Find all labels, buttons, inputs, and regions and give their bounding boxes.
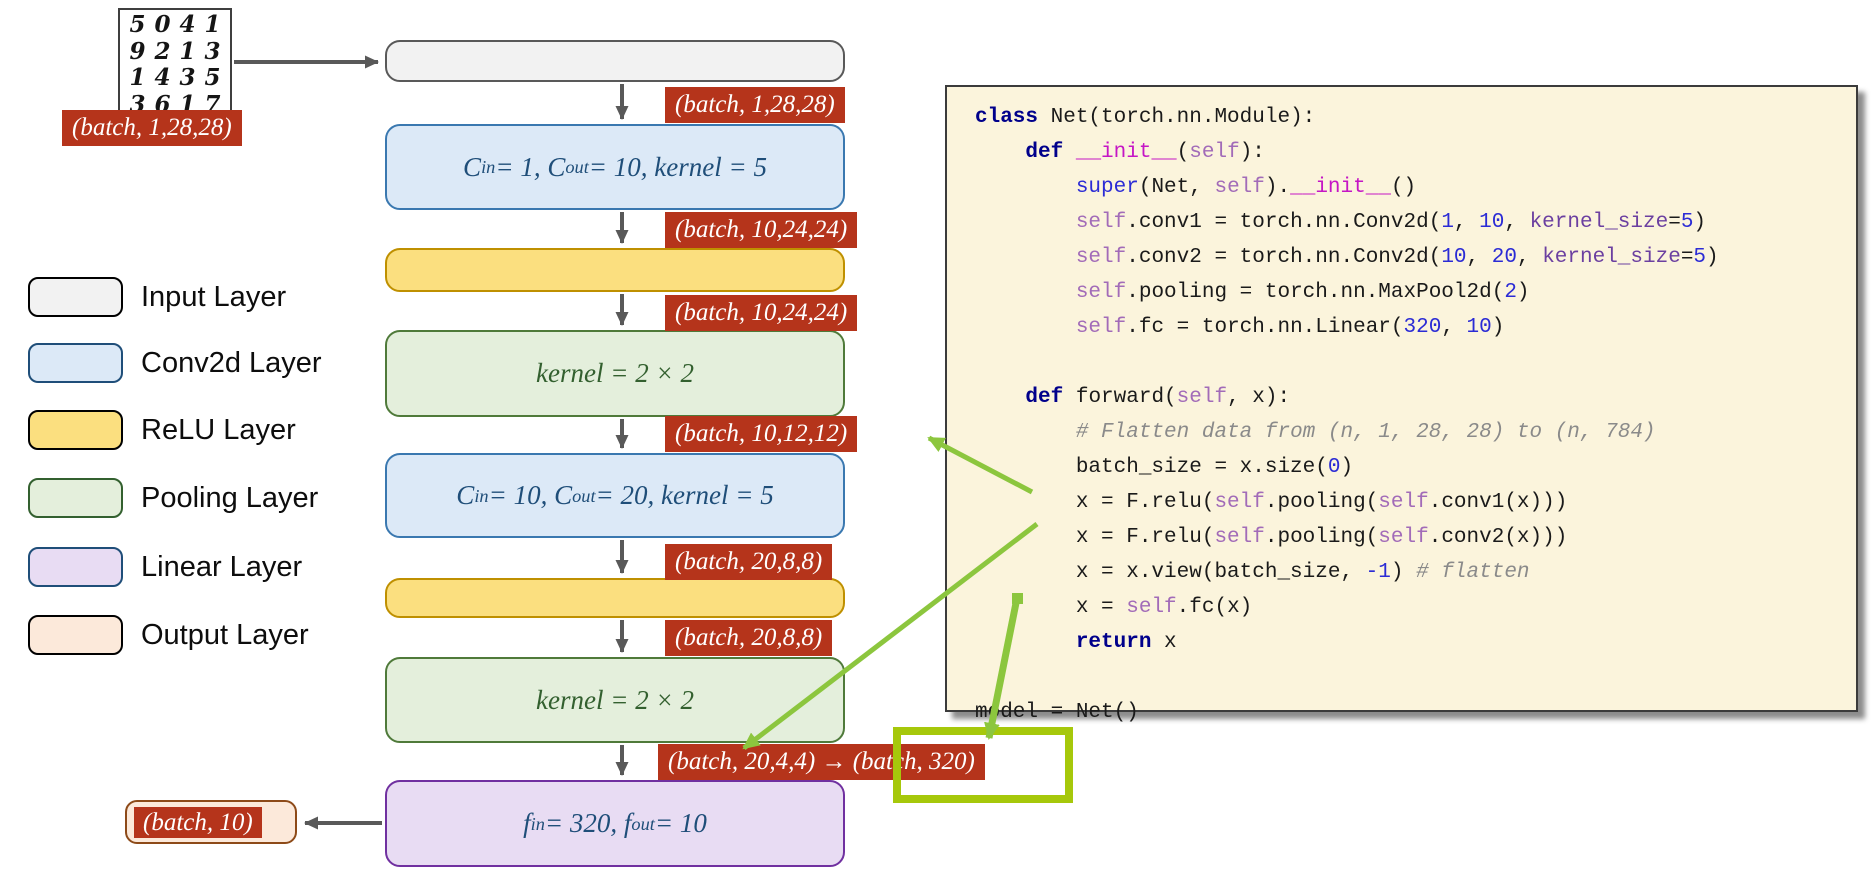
legend-item-conv: Conv2d Layer bbox=[28, 343, 322, 383]
legend-label-pool: Pooling Layer bbox=[141, 481, 319, 514]
legend-swatch-output bbox=[28, 615, 123, 655]
code-line-12: x = F.relu(self.pooling(self.conv1(x))) bbox=[975, 491, 1568, 514]
pooling-layer-1-box: kernel = 2 × 2 bbox=[385, 330, 845, 417]
pytorch-code-panel: class Net(torch.nn.Module): def __init__… bbox=[945, 85, 1858, 724]
input-layer-box bbox=[385, 40, 845, 82]
mnist-digit-row-3: 1435 bbox=[129, 64, 230, 92]
relu-layer-1-box bbox=[385, 248, 845, 292]
code-line-13: x = F.relu(self.pooling(self.conv2(x))) bbox=[975, 526, 1568, 549]
legend-item-output: Output Layer bbox=[28, 615, 309, 655]
code-line-18: model = Net() bbox=[975, 701, 1139, 724]
mnist-digit-row-2: 9213 bbox=[129, 37, 230, 65]
code-line-9: def forward(self, x): bbox=[1025, 386, 1291, 409]
tensor-shape-badge-5: (batch, 20,8,8) bbox=[665, 544, 833, 580]
code-line-2: def __init__(self): bbox=[1025, 141, 1265, 164]
tensor-shape-badge-3: (batch, 10,24,24) bbox=[665, 295, 858, 331]
mnist-digits-image: 5041 9213 1435 3617 bbox=[118, 8, 232, 122]
legend-label-input: Input Layer bbox=[141, 280, 287, 313]
legend-item-pool: Pooling Layer bbox=[28, 478, 318, 518]
mnist-digit-row-1: 5041 bbox=[129, 11, 230, 39]
tensor-shape-badge-4: (batch, 10,12,12) bbox=[665, 416, 858, 452]
relu-layer-2-box bbox=[385, 578, 845, 618]
conv2d-layer-1-box: Cin = 1, Cout = 10, kernel = 5 bbox=[385, 124, 845, 210]
legend-swatch-linear bbox=[28, 547, 123, 587]
code-line-14: x = x.view(batch_size, -1) # flatten bbox=[975, 561, 1530, 584]
code-line-1: class Net(torch.nn.Module): bbox=[975, 106, 1316, 129]
legend-label-relu: ReLU Layer bbox=[141, 413, 296, 446]
legend-item-linear: Linear Layer bbox=[28, 547, 302, 587]
diagram-canvas: 5041 9213 1435 3617 (batch, 1,28,28) Input … bbox=[0, 0, 1873, 874]
code-line-10: # Flatten data from (n, 1, 28, 28) to (n… bbox=[1075, 421, 1656, 444]
conv2d-layer-2-box: Cin = 10, Cout = 20, kernel = 5 bbox=[385, 453, 845, 538]
code-line-5: self.conv2 = torch.nn.Conv2d(10, 20, ker… bbox=[1075, 246, 1719, 269]
tensor-shape-badge-6: (batch, 20,8,8) bbox=[665, 620, 833, 656]
legend-item-input: Input Layer bbox=[28, 277, 286, 317]
code-line-15: x = self.fc(x) bbox=[975, 596, 1253, 619]
legend-item-relu: ReLU Layer bbox=[28, 410, 296, 450]
tensor-shape-badge-output: (batch, 10) bbox=[134, 806, 262, 838]
linear-layer-box: f in = 320, f out = 10 bbox=[385, 780, 845, 867]
tensor-shape-badge-2: (batch, 10,24,24) bbox=[665, 212, 858, 248]
legend-label-linear: Linear Layer bbox=[141, 550, 303, 583]
code-line-4: self.conv1 = torch.nn.Conv2d(1, 10, kern… bbox=[1075, 211, 1707, 234]
legend-swatch-conv bbox=[28, 343, 123, 383]
code-line-11: batch_size = x.size(0) bbox=[975, 456, 1354, 479]
code-line-7: self.fc = torch.nn.Linear(320, 10) bbox=[1075, 316, 1505, 339]
tensor-shape-badge-1: (batch, 1,28,28) bbox=[665, 87, 845, 123]
pooling-layer-2-box: kernel = 2 × 2 bbox=[385, 657, 845, 743]
code-line-3: super(Net, self).__init__() bbox=[1075, 176, 1417, 199]
code-text: class Net(torch.nn.Module): def __init__… bbox=[947, 87, 1856, 730]
output-layer-box: (batch, 10) bbox=[125, 800, 297, 844]
legend-swatch-relu bbox=[28, 410, 123, 450]
legend-swatch-input bbox=[28, 277, 123, 317]
tensor-shape-badge-input-image: (batch, 1,28,28) bbox=[62, 110, 242, 146]
flatten-shape-highlight-box bbox=[893, 727, 1073, 803]
legend-swatch-pool bbox=[28, 478, 123, 518]
code-line-16: return x bbox=[1075, 631, 1177, 654]
legend-label-output: Output Layer bbox=[141, 618, 309, 651]
code-line-6: self.pooling = torch.nn.MaxPool2d(2) bbox=[1075, 281, 1530, 304]
legend-label-conv: Conv2d Layer bbox=[141, 346, 322, 379]
